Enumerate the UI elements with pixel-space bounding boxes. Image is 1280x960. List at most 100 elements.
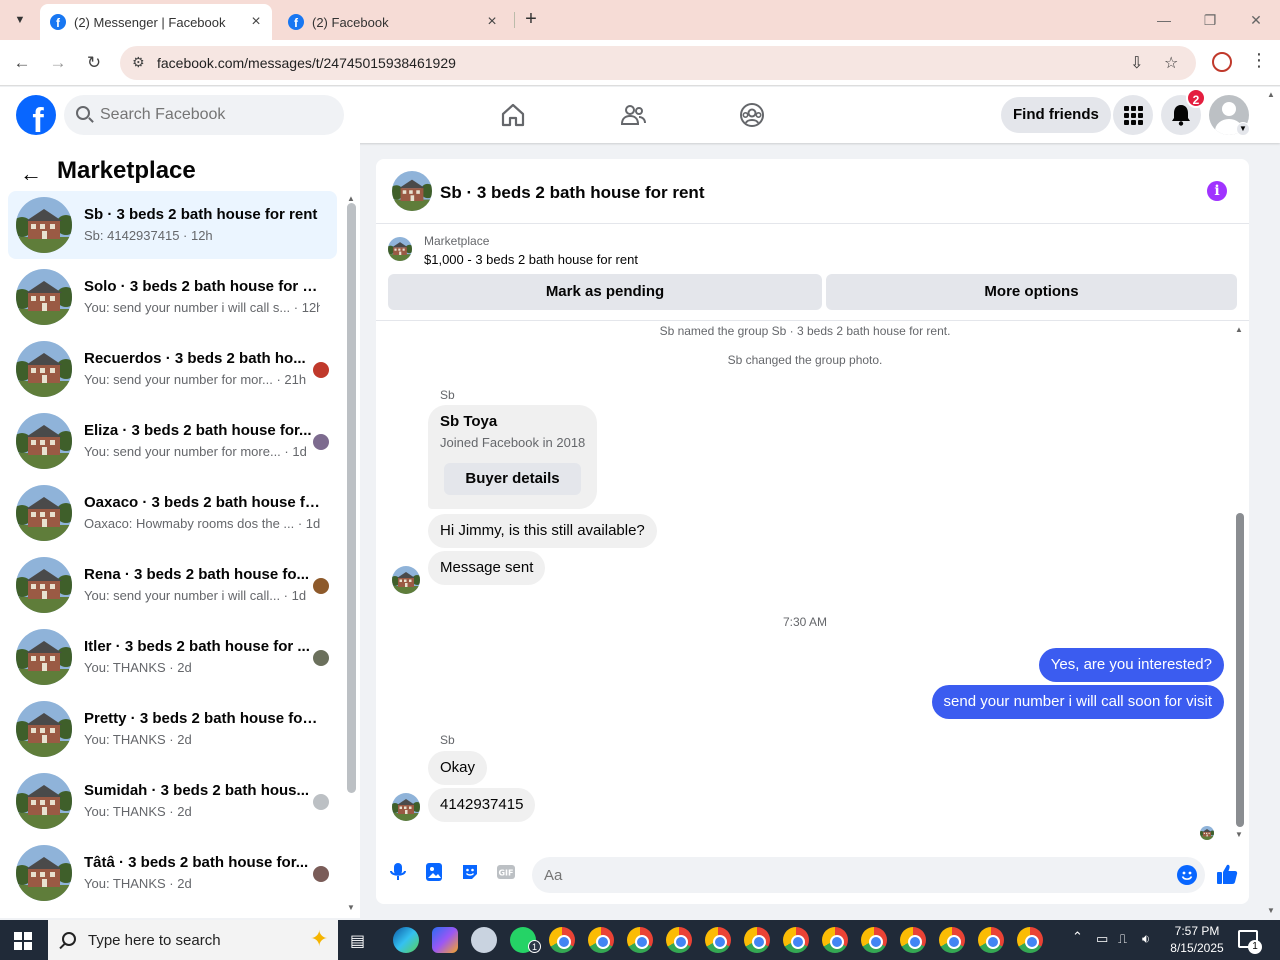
chrome-browser-icon[interactable] <box>783 927 809 953</box>
copilot-icon[interactable] <box>432 927 458 953</box>
tab-search-chevron-icon[interactable]: ▼ <box>8 8 32 32</box>
seen-by-avatar <box>313 434 329 450</box>
conversation-item[interactable]: Solo · 3 beds 2 bath house for re... You:… <box>8 263 337 331</box>
install-app-icon[interactable]: ⇩ <box>1130 53 1143 73</box>
conversation-item[interactable]: Oaxaco · 3 beds 2 bath house fo... Oaxaco… <box>8 479 337 547</box>
close-tab-icon[interactable]: × <box>482 13 502 31</box>
conversation-item[interactable]: Itler · 3 beds 2 bath house for ... You: … <box>8 623 337 691</box>
page-scroll-up-arrow-icon[interactable]: ▲ <box>1267 90 1275 99</box>
group-avatar[interactable] <box>392 171 432 211</box>
chrome-browser-icon[interactable] <box>627 927 653 953</box>
thumbs-up-icon[interactable] <box>1215 862 1239 886</box>
incoming-message[interactable]: 4142937415 <box>428 788 536 822</box>
gif-icon[interactable]: GIF <box>496 862 516 882</box>
url-text[interactable]: facebook.com/messages/t/2474501593846192… <box>157 55 456 71</box>
browser-tab-messenger[interactable]: f (2) Messenger | Facebook × <box>40 4 272 40</box>
chat-title[interactable]: Sb · 3 beds 2 bath house for rent <box>440 183 704 203</box>
incoming-message[interactable]: Okay <box>428 751 488 785</box>
back-arrow-icon[interactable]: ← <box>10 51 34 75</box>
conversation-item[interactable]: Pretty · 3 beds 2 bath house for ... You:… <box>8 695 337 763</box>
chrome-browser-icon[interactable] <box>822 927 848 953</box>
windows-start-icon[interactable] <box>14 932 32 950</box>
scroll-down-arrow-icon[interactable]: ▼ <box>1235 830 1243 839</box>
chevron-down-icon[interactable]: ▼ <box>1236 122 1250 136</box>
restore-window-icon[interactable]: ❐ <box>1198 8 1222 32</box>
browser-menu-icon[interactable]: ⋮ <box>1250 50 1268 71</box>
sender-avatar[interactable] <box>392 793 420 821</box>
conversation-item[interactable]: Sb · 3 beds 2 bath house for rent Sb: 414… <box>8 191 337 259</box>
find-friends-button[interactable]: Find friends <box>1001 97 1111 133</box>
task-view-icon[interactable]: ▤ <box>350 931 365 951</box>
outgoing-message[interactable]: Yes, are you interested? <box>1038 648 1224 682</box>
bookmark-star-icon[interactable]: ☆ <box>1164 53 1178 73</box>
message-input[interactable] <box>532 857 1205 893</box>
minimize-window-icon[interactable]: — <box>1152 8 1176 32</box>
conversation-item[interactable]: Recuerdos · 3 beds 2 bath ho... You: send… <box>8 335 337 403</box>
listing-thumbnail <box>16 557 72 613</box>
listing-description[interactable]: $1,000 - 3 beds 2 bath house for rent <box>424 252 638 267</box>
conversation-preview: You: send your number for mor... · 21h <box>84 372 307 387</box>
conversation-name: Sumidah · 3 beds 2 bath hous... <box>84 782 310 799</box>
scroll-down-arrow-icon[interactable]: ▼ <box>347 903 355 912</box>
chrome-browser-icon[interactable] <box>744 927 770 953</box>
groups-icon[interactable] <box>738 101 766 129</box>
close-window-icon[interactable]: ✕ <box>1244 8 1268 32</box>
sender-avatar[interactable] <box>392 566 420 594</box>
page-scroll-down-arrow-icon[interactable]: ▼ <box>1267 906 1275 915</box>
chrome-browser-icon[interactable] <box>939 927 965 953</box>
network-icon[interactable]: ⎍ <box>1118 931 1127 947</box>
browser-tab-facebook[interactable]: f (2) Facebook × <box>278 4 508 40</box>
home-icon[interactable] <box>499 101 527 129</box>
facebook-search-box[interactable] <box>64 95 344 135</box>
chrome-browser-icon[interactable] <box>705 927 731 953</box>
chrome-browser-icon[interactable] <box>861 927 887 953</box>
taskbar-search-box[interactable]: Type here to search ✦ <box>48 920 338 960</box>
browser-profile-icon[interactable] <box>1212 52 1232 72</box>
scroll-up-arrow-icon[interactable]: ▲ <box>347 194 355 203</box>
photo-icon[interactable] <box>424 862 444 882</box>
conversation-item[interactable]: Rena · 3 beds 2 bath house fo... You: sen… <box>8 551 337 619</box>
listing-thumbnail[interactable] <box>388 237 412 261</box>
chrome-browser-icon[interactable] <box>978 927 1004 953</box>
reload-icon[interactable]: ↻ <box>82 51 106 75</box>
scrollbar-thumb[interactable] <box>347 203 356 793</box>
back-arrow-icon[interactable]: ← <box>20 161 42 187</box>
paint-app-icon[interactable] <box>471 927 497 953</box>
sticker-icon[interactable] <box>460 862 480 882</box>
site-info-icon[interactable]: ⚙ <box>132 54 145 71</box>
info-icon[interactable]: i <box>1207 181 1227 201</box>
meet-now-icon[interactable]: ▭ <box>1096 931 1108 947</box>
conversation-item[interactable]: Sumidah · 3 beds 2 bath hous... You: THAN… <box>8 767 337 835</box>
search-highlight-icon[interactable]: ✦ <box>310 926 328 952</box>
outgoing-message[interactable]: send your number i will call soon for vi… <box>931 685 1224 719</box>
close-tab-icon[interactable]: × <box>246 13 266 31</box>
microphone-icon[interactable] <box>388 862 408 882</box>
conversation-item[interactable]: Eliza · 3 beds 2 bath house for... You: s… <box>8 407 337 475</box>
facebook-logo-icon[interactable]: f <box>16 95 56 135</box>
edge-browser-icon[interactable] <box>393 927 419 953</box>
incoming-message[interactable]: Message sent <box>428 551 546 585</box>
system-clock[interactable]: 7:57 PM 8/15/2025 <box>1168 923 1226 957</box>
buyer-details-button[interactable]: Buyer details <box>444 463 581 495</box>
incoming-message[interactable]: Hi Jimmy, is this still available? <box>428 514 657 548</box>
chrome-browser-icon[interactable] <box>666 927 692 953</box>
chrome-browser-icon[interactable] <box>588 927 614 953</box>
scroll-up-arrow-icon[interactable]: ▲ <box>1235 325 1243 334</box>
more-options-button[interactable]: More options <box>826 274 1237 310</box>
forward-arrow-icon[interactable]: → <box>46 51 70 75</box>
mark-as-pending-button[interactable]: Mark as pending <box>388 274 822 310</box>
house-photo-icon <box>392 566 420 594</box>
volume-icon[interactable]: 🔉︎ <box>1142 931 1150 947</box>
chat-scrollbar-thumb[interactable] <box>1236 513 1244 827</box>
new-tab-plus-icon[interactable]: + <box>520 8 542 32</box>
friends-icon[interactable] <box>619 101 647 129</box>
omnibox[interactable]: ⚙ facebook.com/messages/t/24745015938461… <box>120 46 1196 80</box>
chrome-browser-icon[interactable] <box>900 927 926 953</box>
emoji-icon[interactable] <box>1177 865 1197 885</box>
menu-grid-button[interactable] <box>1113 95 1153 135</box>
facebook-search-input[interactable] <box>100 95 330 135</box>
chrome-browser-icon[interactable] <box>1017 927 1043 953</box>
conversation-item[interactable]: Tâtâ · 3 beds 2 bath house for... You: TH… <box>8 839 337 907</box>
chrome-browser-icon[interactable] <box>549 927 575 953</box>
show-hidden-icons-chevron-icon[interactable]: ⌃ <box>1072 929 1083 945</box>
